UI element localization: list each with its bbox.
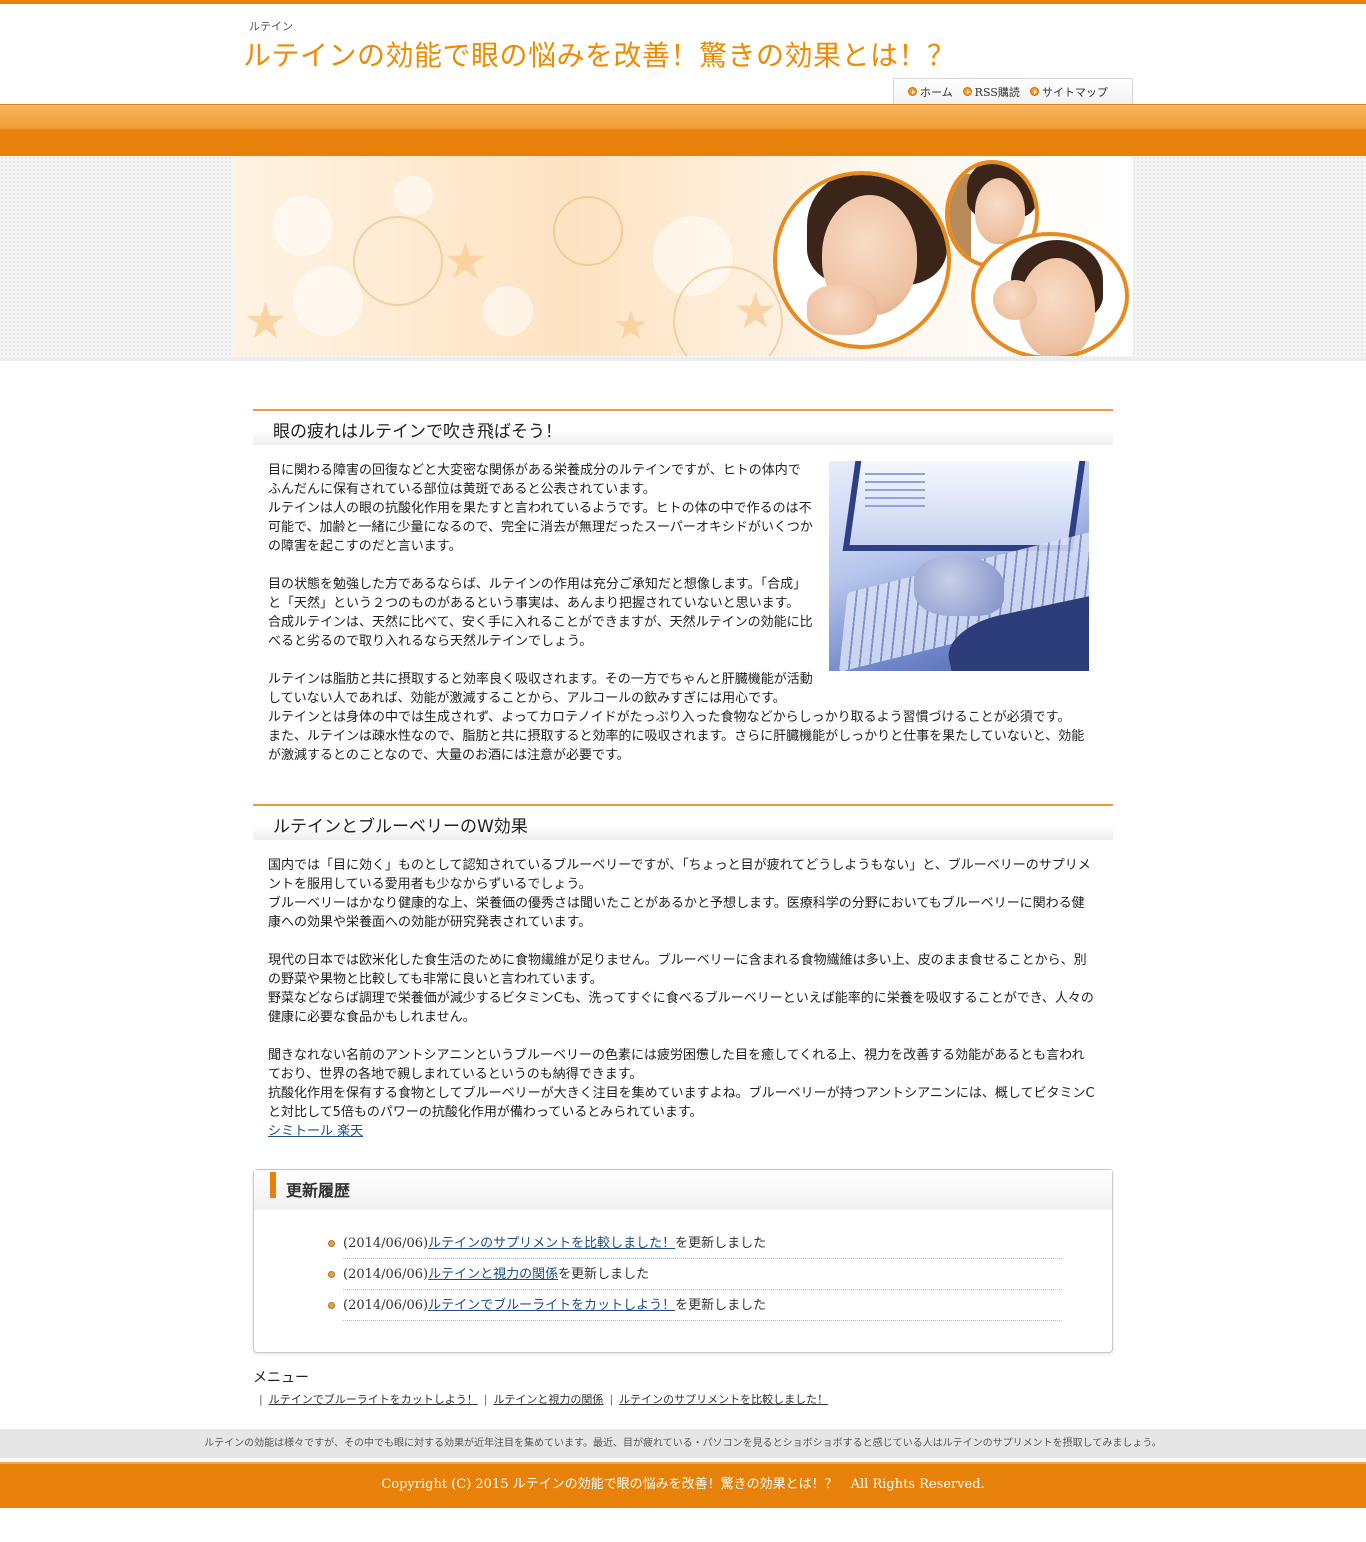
nav-home-link[interactable]: ホーム (908, 84, 953, 100)
section-body: 国内では「目に効く」ものとして認知されているブルーベリーですが、「ちょっと目が疲… (253, 840, 1113, 1141)
woman-thinking-photo (773, 171, 951, 349)
site-subtitle: ルテイン (249, 20, 293, 33)
history-date: (2014/06/06) (343, 1236, 429, 1251)
bullet-icon (328, 1240, 335, 1247)
history-link[interactable]: ルテインでブルーライトをカットしよう！ (428, 1298, 675, 1313)
history-suffix: を更新しました (558, 1267, 650, 1282)
bullet-icon (328, 1302, 335, 1309)
star-decoration: ★ (733, 282, 778, 340)
hero-background: ★ ★ ★ ★ (0, 156, 1366, 361)
history-suffix: を更新しました (675, 1298, 767, 1313)
computer-typing-photo (829, 461, 1089, 671)
history-item: (2014/06/06)ルテインのサプリメントを比較しました！を更新しました (328, 1228, 1062, 1259)
orange-header-band (0, 104, 1366, 156)
bokeh-decoration (293, 266, 363, 336)
bokeh-decoration (393, 176, 433, 216)
update-history-heading: 更新履歴 (254, 1170, 1112, 1210)
history-item: (2014/06/06)ルテインでブルーライトをカットしよう！を更新しました (328, 1290, 1062, 1321)
main-content: 眼の疲れはルテインで吹き飛ばそう！ 目に関わる障害の回復などと大変密な関係がある… (253, 409, 1113, 1407)
section-heading: ルテインとブルーベリーのW効果 (253, 804, 1113, 840)
history-date: (2014/06/06) (343, 1267, 429, 1282)
nav-home-label: ホーム (920, 85, 953, 99)
nav-rss-link[interactable]: RSS購読 (962, 84, 1020, 100)
menu-link-eyesight[interactable]: ルテインと視力の関係 (493, 1393, 603, 1406)
swirl-decoration (553, 196, 623, 266)
menu-title: メニュー (253, 1370, 309, 1386)
swirl-decoration (353, 216, 443, 306)
history-link[interactable]: ルテインと視力の関係 (428, 1267, 558, 1282)
section-heading: 眼の疲れはルテインで吹き飛ばそう！ (253, 409, 1113, 445)
update-history-title: 更新履歴 (286, 1181, 351, 1200)
section-body: 目に関わる障害の回復などと大変密な関係がある栄養成分のルテインですが、ヒトの体内… (253, 445, 1113, 784)
article-section-eye-fatigue: 眼の疲れはルテインで吹き飛ばそう！ 目に関わる障害の回復などと大変密な関係がある… (253, 409, 1113, 784)
article-section-blueberry: ルテインとブルーベリーのW効果 国内では「目に効く」ものとして認知されているブル… (253, 804, 1113, 1141)
star-decoration: ★ (443, 232, 488, 290)
site-title[interactable]: ルテインの効能で眼の悩みを改善！驚きの効果とは！？ (243, 34, 956, 74)
star-decoration: ★ (243, 292, 288, 350)
hero-banner-image: ★ ★ ★ ★ (233, 156, 1133, 356)
bottom-menu: メニュー | ルテインでブルーライトをカットしよう！ | ルテインと視力の関係 | ルテイ… (253, 1367, 1113, 1407)
nav-rss-label: RSS購読 (974, 85, 1020, 99)
arrow-bullet-icon (1029, 87, 1039, 96)
heading-accent-bar (270, 1172, 276, 1198)
arrow-bullet-icon (962, 87, 972, 96)
site-header: ルテイン ルテインの効能で眼の悩みを改善！驚きの効果とは！？ ホーム RSS購読… (233, 4, 1133, 104)
history-link[interactable]: ルテインのサプリメントを比較しました！ (428, 1236, 675, 1251)
update-history-list: (2014/06/06)ルテインのサプリメントを比較しました！を更新しました (… (328, 1228, 1062, 1321)
paragraph: 聞きなれない名前のアントシアニンというブルーベリーの色素には疲労困憊した目を癒し… (268, 1048, 1095, 1120)
footer-copyright: Copyright (C) 2015 ルテインの効能で眼の悩みを改善！驚きの効果… (0, 1462, 1366, 1508)
top-navigation: ホーム RSS購読 サイトマップ (893, 78, 1133, 104)
bokeh-decoration (273, 196, 333, 256)
history-item: (2014/06/06)ルテインと視力の関係を更新しました (328, 1259, 1062, 1290)
paragraph: ルテインは脂肪と共に摂取すると効率良く吸収されます。その一方でちゃんと肝臓機能が… (268, 672, 1085, 763)
paragraph: 国内では「目に効く」ものとして認知されているブルーベリーですが、「ちょっと目が疲… (268, 858, 1091, 930)
footer-description: ルテインの効能は様々ですが、その中でも眼に対する効果が近年注目を集めています。最… (0, 1429, 1366, 1458)
menu-links: | ルテインでブルーライトをカットしよう！ | ルテインと視力の関係 | ルテインのサプリ… (259, 1393, 829, 1406)
menu-link-supplement[interactable]: ルテインのサプリメントを比較しました！ (619, 1393, 828, 1406)
history-suffix: を更新しました (675, 1236, 767, 1251)
simitol-rakuten-link[interactable]: シミトール 楽天 (268, 1124, 363, 1139)
paragraph: 現代の日本では欧米化した食生活のために食物繊維が足りません。ブルーベリーに含まれ… (268, 953, 1094, 1025)
woman-ok-sign-photo (971, 232, 1129, 356)
history-date: (2014/06/06) (343, 1298, 429, 1313)
bullet-icon (328, 1271, 335, 1278)
nav-sitemap-link[interactable]: サイトマップ (1029, 84, 1108, 100)
nav-sitemap-label: サイトマップ (1041, 85, 1108, 99)
update-history-box: 更新履歴 (2014/06/06)ルテインのサプリメントを比較しました！を更新し… (253, 1169, 1113, 1353)
bokeh-decoration (483, 286, 533, 336)
menu-link-bluelight[interactable]: ルテインでブルーライトをカットしよう！ (269, 1393, 478, 1406)
star-decoration: ★ (613, 303, 649, 349)
arrow-bullet-icon (908, 87, 917, 96)
